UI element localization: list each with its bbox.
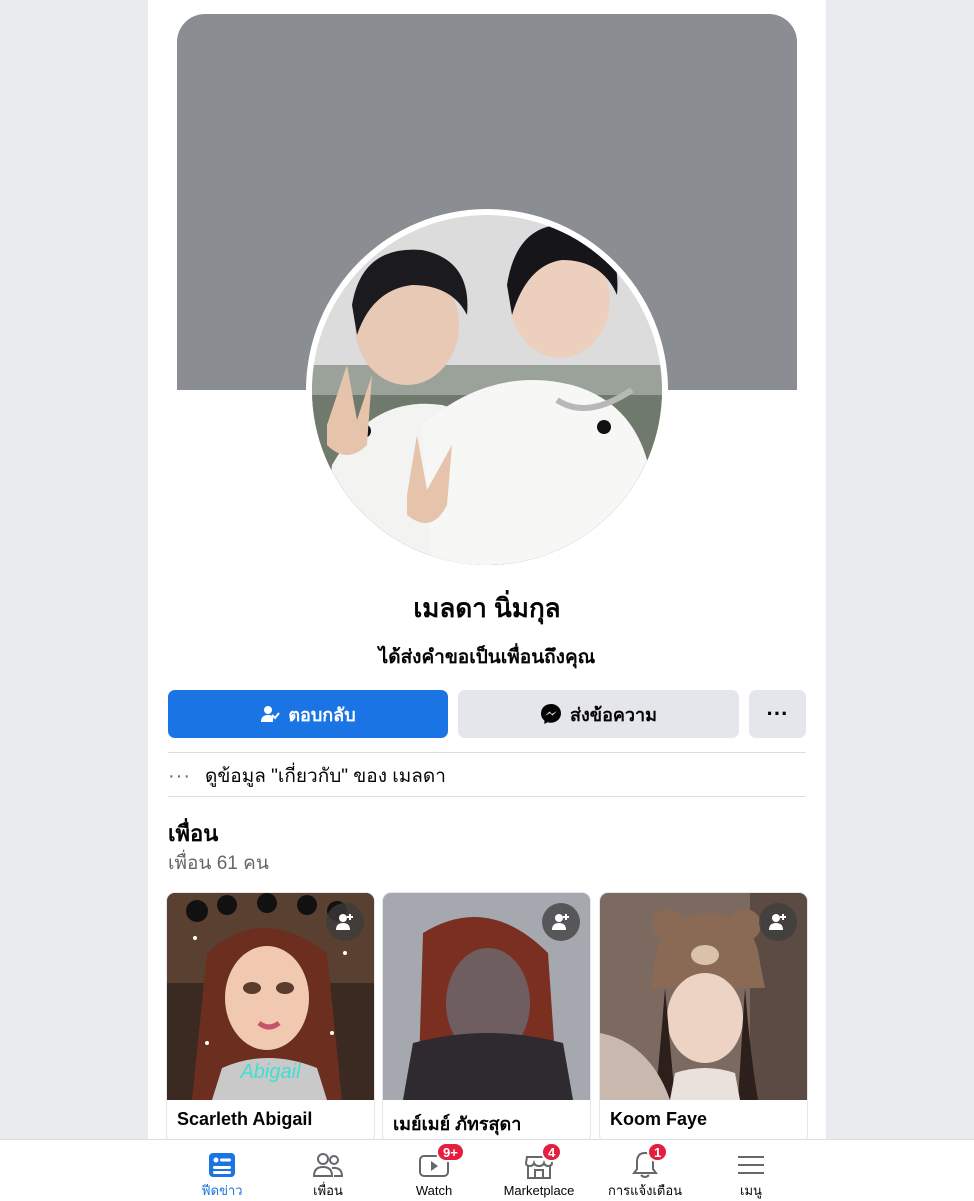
about-dots-icon: ··· bbox=[168, 764, 191, 787]
tab-label: เพื่อน bbox=[313, 1183, 343, 1198]
tab-label: เมนู bbox=[740, 1183, 762, 1198]
friend-card[interactable]: Koom Faye bbox=[600, 893, 807, 1143]
news-feed-icon bbox=[209, 1152, 235, 1177]
tab-marketplace[interactable]: 4 Marketplace bbox=[489, 1140, 589, 1201]
divider bbox=[168, 752, 806, 753]
profile-avatar[interactable] bbox=[312, 215, 662, 565]
message-button[interactable]: ส่งข้อความ bbox=[458, 690, 739, 738]
tab-menu[interactable]: เมนู bbox=[701, 1140, 801, 1201]
tab-label: การแจ้งเตือน bbox=[607, 1183, 683, 1198]
messenger-icon bbox=[540, 704, 561, 724]
tab-watch[interactable]: 9+ Watch bbox=[384, 1140, 484, 1201]
tab-label: Watch bbox=[415, 1183, 453, 1198]
friend-name: Koom Faye bbox=[610, 1109, 708, 1129]
add-friend-icon bbox=[769, 914, 786, 930]
profile-photo bbox=[312, 215, 662, 565]
more-options-button[interactable]: ··· bbox=[749, 690, 806, 738]
add-friend-button[interactable] bbox=[326, 903, 364, 941]
add-friend-icon bbox=[552, 914, 569, 930]
tab-label: ฟีดข่าว bbox=[201, 1183, 243, 1198]
add-friend-button[interactable] bbox=[759, 903, 797, 941]
message-button-label: ส่งข้อความ bbox=[569, 704, 657, 725]
about-link-text: ดูข้อมูล "เกี่ยวกับ" ของ เมลดา bbox=[204, 766, 446, 787]
tab-news-feed[interactable]: ฟีดข่าว bbox=[172, 1140, 272, 1201]
watch-badge: 9+ bbox=[436, 1142, 465, 1162]
about-link[interactable]: ··· ดูข้อมูล "เกี่ยวกับ" ของ เมลดา bbox=[168, 757, 806, 795]
tab-friends[interactable]: เพื่อน bbox=[278, 1140, 378, 1201]
add-friend-icon bbox=[336, 914, 353, 930]
friends-icon bbox=[312, 1152, 344, 1177]
photo-caption: Abigail bbox=[240, 1061, 301, 1083]
profile-name: เมลดา นิ่มกุล bbox=[413, 593, 561, 623]
friend-card[interactable]: Abigail Scarleth Abigail bbox=[167, 893, 374, 1143]
friend-card[interactable]: เมย์เมย์ ภัทรสุดา bbox=[383, 893, 590, 1143]
menu-icon bbox=[738, 1155, 764, 1174]
more-icon: ··· bbox=[766, 701, 789, 726]
friend-request-text: ได้ส่งคำขอเป็นเพื่อนถึงคุณ bbox=[378, 647, 596, 668]
divider bbox=[168, 796, 806, 797]
tab-label: Marketplace bbox=[503, 1183, 575, 1198]
bottom-tab-bar: ฟีดข่าว เพื่อน 9+ Watch 4 Marketplace 1 … bbox=[0, 1139, 974, 1201]
notifications-badge: 1 bbox=[647, 1142, 669, 1162]
person-check-icon bbox=[261, 706, 281, 722]
friends-section-title: เพื่อน bbox=[168, 821, 219, 846]
friend-name: เมย์เมย์ ภัทรสุดา bbox=[393, 1114, 522, 1134]
add-friend-button[interactable] bbox=[542, 903, 580, 941]
respond-button[interactable]: ตอบกลับ bbox=[168, 690, 448, 738]
friend-name: Scarleth Abigail bbox=[177, 1109, 313, 1129]
respond-button-label: ตอบกลับ bbox=[288, 704, 356, 725]
friends-count: เพื่อน 61 คน bbox=[168, 853, 269, 874]
tab-notifications[interactable]: 1 การแจ้งเตือน bbox=[595, 1140, 695, 1201]
marketplace-badge: 4 bbox=[541, 1142, 563, 1162]
